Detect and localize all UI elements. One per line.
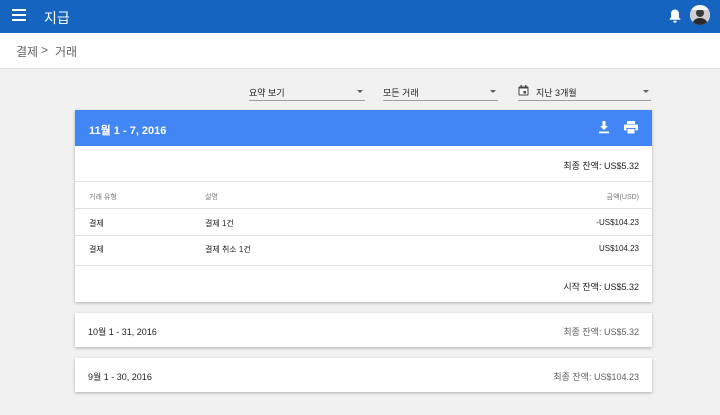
transaction-type-value: 모든 거래 <box>383 88 419 98</box>
period-select-value: 지난 3개월 <box>536 88 577 98</box>
row-1-type: 결제 <box>89 219 104 228</box>
ending-balance: 최종 잔액: US$5.32 <box>563 161 639 171</box>
breadcrumb-parent[interactable]: 결제 <box>16 43 38 60</box>
divider <box>75 235 652 236</box>
calendar-icon <box>518 85 529 96</box>
period-range: 10월 1 - 31, 2016 <box>88 327 157 337</box>
bell-icon[interactable] <box>668 8 682 24</box>
period-select[interactable]: 지난 3개월 <box>518 84 651 101</box>
row-2-description[interactable]: 결제 취소 1건 <box>205 244 251 255</box>
view-select[interactable]: 요약 보기 <box>249 84 365 101</box>
column-header-type: 거래 유형 <box>89 194 117 201</box>
period-card-expanded: 11월 1 - 7, 2016 최종 잔액: US$5.32 거래 유형 설명 … <box>75 110 652 302</box>
download-icon[interactable] <box>598 121 610 134</box>
ending-balance: 최종 잔액: US$5.32 <box>563 327 639 337</box>
period-range: 11월 1 - 7, 2016 <box>89 125 167 137</box>
menu-icon[interactable] <box>12 9 26 23</box>
column-header-description: 설명 <box>205 194 218 201</box>
dropdown-arrow-icon <box>643 90 649 93</box>
breadcrumb: 결제 > 거래 <box>0 33 720 69</box>
app-title: 지급 <box>44 10 70 26</box>
divider <box>75 265 652 266</box>
row-1-amount: -US$104.23 <box>596 218 639 227</box>
divider <box>75 208 652 209</box>
view-select-value: 요약 보기 <box>249 88 285 98</box>
starting-balance: 시작 잔액: US$5.32 <box>563 282 639 292</box>
breadcrumb-current: 거래 <box>55 45 78 59</box>
row-2-amount: US$104.23 <box>598 244 639 253</box>
row-1-description[interactable]: 결제 1건 <box>205 218 234 229</box>
divider <box>75 181 652 182</box>
avatar[interactable] <box>690 5 710 25</box>
period-card-october[interactable]: 10월 1 - 31, 2016 최종 잔액: US$5.32 <box>75 313 652 347</box>
period-range: 9월 1 - 30, 2016 <box>88 372 152 382</box>
dropdown-arrow-icon <box>357 90 363 93</box>
column-header-amount: 금액(USD) <box>606 194 639 201</box>
period-card-header[interactable]: 11월 1 - 7, 2016 <box>75 110 652 146</box>
print-icon[interactable] <box>624 121 638 135</box>
period-card-september[interactable]: 9월 1 - 30, 2016 최종 잔액: US$104.23 <box>75 358 652 392</box>
chevron-right-icon: > <box>41 43 49 57</box>
row-2-type: 결제 <box>89 245 104 254</box>
ending-balance: 최종 잔액: US$104.23 <box>553 372 639 382</box>
dropdown-arrow-icon <box>490 90 496 93</box>
app-bar: 지급 <box>0 0 720 33</box>
transaction-type-select[interactable]: 모든 거래 <box>383 84 498 101</box>
